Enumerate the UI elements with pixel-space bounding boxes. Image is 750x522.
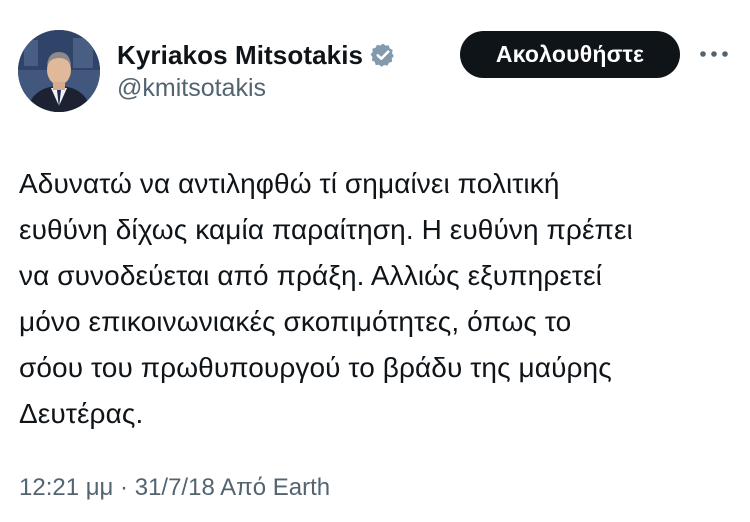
author-name-row: Kyriakos Mitsotakis (117, 38, 396, 72)
author-display-name[interactable]: Kyriakos Mitsotakis (117, 40, 363, 71)
meta-separator: · (113, 474, 135, 501)
tweet-text: Αδυνατώ να αντιληφθώ τί σημαίνει πολιτικ… (19, 168, 633, 429)
follow-button[interactable]: Ακολουθήστε (460, 31, 680, 78)
tweet-source: Από Earth (214, 474, 331, 501)
verified-badge-icon (370, 42, 396, 68)
tweet-date[interactable]: 31/7/18 (135, 474, 215, 501)
profile-photo-icon (18, 30, 100, 112)
author-handle[interactable]: @kmitsotakis (117, 74, 266, 103)
tweet-card: Kyriakos Mitsotakis @kmitsotakis Ακολουθ… (0, 0, 750, 522)
tweet-time[interactable]: 12:21 μμ (19, 474, 113, 501)
more-horizontal-icon[interactable] (698, 44, 730, 64)
tweet-meta: 12:21 μμ · 31/7/18 Από Earth (19, 474, 330, 502)
avatar[interactable] (18, 30, 100, 112)
